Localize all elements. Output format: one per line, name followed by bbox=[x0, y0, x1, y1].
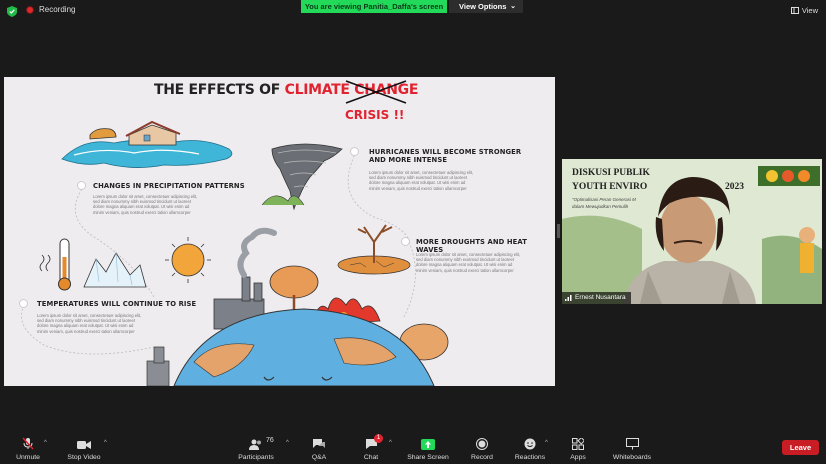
heading-line: HURRICANES WILL BECOME STRONGER bbox=[369, 148, 522, 156]
resize-handle[interactable] bbox=[557, 224, 560, 238]
body-line: minim veniam, quis nostrud exerci tation… bbox=[369, 185, 467, 191]
record-button[interactable]: Record bbox=[468, 434, 496, 464]
record-dot-icon bbox=[26, 5, 34, 14]
section-heading-hurricanes: HURRICANES WILL BECOME STRONGER AND MORE… bbox=[369, 148, 521, 164]
signal-bars-icon bbox=[565, 295, 572, 301]
view-options-button[interactable]: View Options ⌄ bbox=[449, 0, 523, 13]
section-bullet bbox=[401, 237, 410, 246]
viewing-banner: You are viewing Panitia_Daffa's screen bbox=[301, 0, 447, 13]
body-line: minim veniam, quis nostrud exerci tation… bbox=[37, 328, 135, 334]
body-line: dolore magna aliquam erat volutpat. Ut w… bbox=[37, 323, 134, 329]
apps-button[interactable]: Apps bbox=[566, 434, 590, 464]
participants-icon bbox=[249, 439, 261, 450]
qa-button[interactable]: Q&A bbox=[308, 434, 330, 464]
banner-year: 2023 bbox=[725, 182, 744, 192]
chevron-down-icon: ⌄ bbox=[510, 3, 516, 10]
smiley-icon bbox=[524, 438, 536, 450]
section-heading-temperatures: TEMPERATURES WILL CONTINUE TO RISE bbox=[37, 300, 197, 308]
grid-view-icon bbox=[790, 7, 799, 14]
microphone-muted-icon bbox=[22, 437, 34, 450]
chat-label: Chat bbox=[363, 454, 379, 461]
stop-video-label: Stop Video bbox=[67, 454, 101, 461]
reactions-button[interactable]: Reactions bbox=[513, 434, 547, 464]
section-body-droughts: Lorem ipsum dolor sit amet, consectetuer… bbox=[416, 252, 520, 273]
section-heading-precipitation: CHANGES IN PRECIPITATION PATTERNS bbox=[93, 182, 245, 190]
record-label: Record bbox=[471, 454, 493, 461]
participant-video-tile[interactable]: DISKUSI PUBLIK YOUTH ENVIRO 2023 "Optima… bbox=[562, 159, 822, 304]
chat-caret-icon[interactable]: ^ bbox=[389, 440, 392, 446]
shield-icon[interactable] bbox=[7, 6, 17, 17]
banner-title-line2: YOUTH ENVIRO bbox=[572, 182, 648, 192]
body-line: dolore magna aliquam erat volutpat. Ut w… bbox=[369, 180, 466, 186]
body-line: dolore magna aliquam erat volutpat. Ut w… bbox=[93, 204, 190, 210]
section-bullet bbox=[19, 299, 28, 308]
top-bar: Recording You are viewing Panitia_Daffa'… bbox=[0, 0, 826, 24]
body-line: minim veniam, quis nostrud exerci tation… bbox=[93, 209, 191, 215]
recording-label: Recording bbox=[39, 5, 76, 14]
view-button[interactable]: View bbox=[790, 6, 818, 15]
qa-bubble-icon bbox=[313, 439, 325, 448]
unmute-button[interactable]: Unmute bbox=[12, 434, 44, 464]
section-body-hurricanes: Lorem ipsum dolor sit amet, consectetuer… bbox=[369, 170, 473, 191]
banner-title-line1: DISKUSI PUBLIK bbox=[572, 168, 650, 178]
reactions-caret-icon[interactable]: ^ bbox=[545, 440, 548, 446]
qa-label: Q&A bbox=[311, 454, 327, 461]
title-climate: CLIMATE bbox=[284, 82, 350, 98]
shared-screen-slide: THE EFFECTS OF CLIMATE CHANGE CRISIS !! … bbox=[4, 77, 555, 386]
whiteboard-icon bbox=[625, 438, 639, 450]
title-prefix: THE EFFECTS OF bbox=[154, 82, 281, 98]
share-screen-label: Share Screen bbox=[407, 454, 449, 461]
participants-count: 76 bbox=[266, 437, 274, 444]
video-camera-icon bbox=[77, 441, 91, 449]
share-screen-button[interactable]: Share Screen bbox=[405, 434, 451, 464]
unmute-label: Unmute bbox=[16, 454, 40, 461]
participants-caret-icon[interactable]: ^ bbox=[286, 440, 289, 446]
panel-divider[interactable] bbox=[557, 0, 560, 434]
share-screen-icon bbox=[421, 439, 435, 450]
video-background bbox=[562, 159, 822, 304]
section-bullet bbox=[77, 181, 86, 190]
audio-options-caret-icon[interactable]: ^ bbox=[44, 440, 47, 446]
stop-video-button[interactable]: Stop Video bbox=[63, 434, 105, 464]
banner-subtitle-line2: dalam Mewujudkan Pemulih bbox=[572, 204, 629, 209]
section-body-precipitation: Lorem ipsum dolor sit amet, consectetuer… bbox=[93, 194, 197, 215]
crisis-label: CRISIS !! bbox=[345, 108, 405, 122]
apps-icon bbox=[572, 438, 584, 450]
reactions-label: Reactions bbox=[514, 454, 546, 461]
section-bullet bbox=[350, 147, 359, 156]
view-label: View bbox=[801, 6, 818, 15]
video-options-caret-icon[interactable]: ^ bbox=[104, 440, 107, 446]
participant-name: Ernest Nusantara bbox=[575, 294, 626, 301]
section-body-temperatures: Lorem ipsum dolor sit amet, consectetuer… bbox=[37, 313, 141, 334]
participant-name-tag: Ernest Nusantara bbox=[562, 292, 631, 304]
recording-indicator[interactable]: Recording bbox=[26, 5, 75, 14]
banner-subtitle-line1: "Optimalisasi Peran Generasi M bbox=[572, 197, 636, 202]
strike-through-mark bbox=[345, 80, 407, 104]
heading-line: AND MORE INTENSE bbox=[369, 156, 448, 164]
slide-illustration bbox=[21, 120, 449, 386]
meeting-toolbar: Unmute ^ Stop Video ^ Participants 76 ^ … bbox=[0, 434, 826, 464]
whiteboards-label: Whiteboards bbox=[612, 454, 652, 461]
apps-label: Apps bbox=[570, 454, 586, 461]
participants-label: Participants bbox=[238, 454, 274, 461]
whiteboards-button[interactable]: Whiteboards bbox=[610, 434, 654, 464]
body-line: dolore magna aliquam erat volutpat. Ut w… bbox=[416, 262, 513, 268]
leave-button[interactable]: Leave bbox=[782, 440, 819, 455]
chat-unread-badge: 1 bbox=[374, 434, 383, 443]
view-options-label: View Options bbox=[459, 2, 507, 11]
body-line: minim veniam, quis nostrud exerci tation… bbox=[416, 267, 514, 273]
record-icon bbox=[476, 438, 488, 450]
